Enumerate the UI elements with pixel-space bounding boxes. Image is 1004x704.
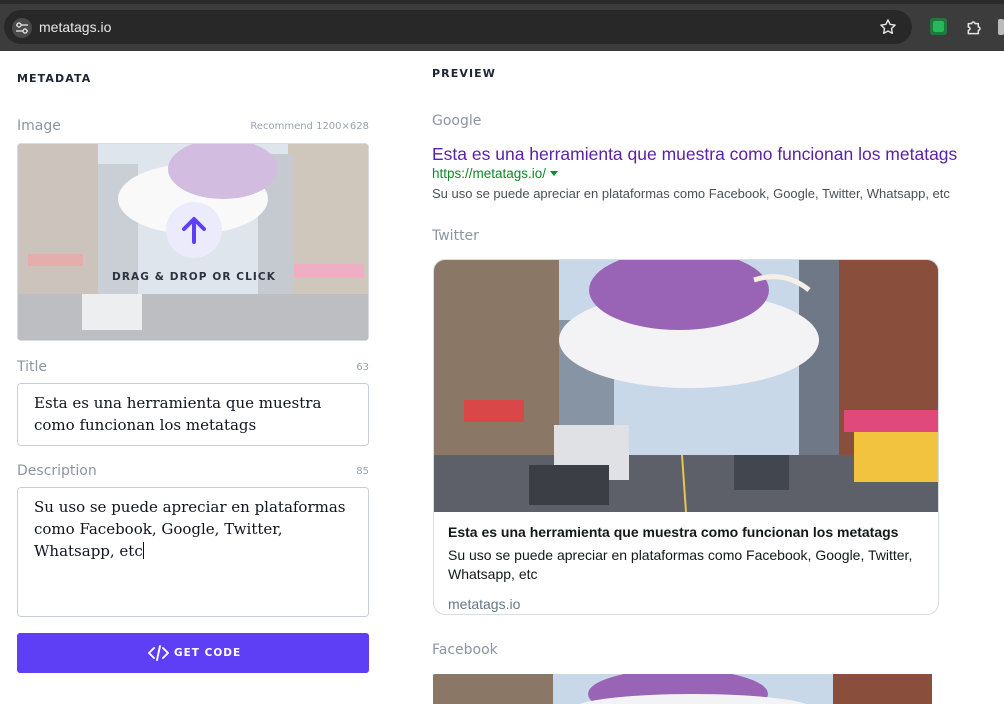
- get-code-button[interactable]: GET CODE: [17, 633, 369, 673]
- tab-strip-edge: [0, 0, 1004, 4]
- upload-arrow-icon[interactable]: [166, 202, 222, 258]
- profile-edge[interactable]: [998, 19, 1004, 35]
- google-label: Google: [432, 113, 482, 129]
- twitter-card-image: [434, 260, 938, 512]
- image-recommend-size: Recommend 1200×628: [250, 121, 369, 132]
- description-char-count: 85: [356, 466, 369, 477]
- bookmark-star-icon[interactable]: [878, 17, 898, 42]
- description-textarea[interactable]: Su uso se puede apreciar en plataformas …: [17, 487, 369, 617]
- description-input-line: Whatsapp, etc: [34, 540, 352, 562]
- facebook-label: Facebook: [432, 642, 498, 658]
- image-label: Image: [17, 118, 61, 134]
- facebook-card-image: [433, 674, 932, 704]
- google-result-title[interactable]: Esta es una herramienta que muestra como…: [432, 144, 957, 165]
- text-cursor: [142, 542, 144, 559]
- extensions-puzzle-icon[interactable]: [965, 17, 985, 42]
- twitter-card-domain: metatags.io: [448, 596, 521, 612]
- google-result-url-text: https://metatags.io/: [432, 166, 547, 181]
- title-input[interactable]: Esta es una herramienta que muestra como…: [17, 383, 369, 446]
- get-code-label: GET CODE: [174, 647, 242, 659]
- title-label: Title: [17, 359, 48, 375]
- twitter-card-title: Esta es una herramienta que muestra como…: [448, 524, 899, 540]
- metadata-heading: METADATA: [17, 72, 92, 85]
- description-input-line: como Facebook, Google, Twitter,: [34, 520, 283, 538]
- description-input-line-text: Whatsapp, etc: [34, 542, 143, 560]
- code-brackets-icon: [148, 645, 169, 664]
- address-bar-url[interactable]: metatags.io: [39, 19, 111, 35]
- preview-heading: PREVIEW: [432, 67, 496, 80]
- title-input-line: como funcionan los metatags: [34, 416, 257, 434]
- twitter-card-image-drawing: [434, 260, 938, 512]
- twitter-card[interactable]: Esta es una herramienta que muestra como…: [433, 259, 939, 615]
- title-input-line: Esta es una herramienta que muestra: [34, 394, 322, 412]
- browser-toolbar: metatags.io: [0, 0, 1004, 51]
- caret-down-icon: [550, 171, 559, 176]
- title-char-count: 63: [356, 362, 369, 373]
- description-input-line: Su uso se puede apreciar en plataformas: [34, 498, 346, 516]
- site-settings-icon[interactable]: [12, 18, 32, 38]
- description-label: Description: [17, 463, 97, 479]
- extension-icon[interactable]: [930, 18, 947, 35]
- dropzone-instructions: DRAG & DROP OR CLICK: [112, 271, 276, 283]
- facebook-card-image-drawing: [433, 674, 932, 704]
- google-result-url[interactable]: https://metatags.io/: [432, 166, 559, 181]
- twitter-label: Twitter: [432, 228, 479, 244]
- image-dropzone[interactable]: DRAG & DROP OR CLICK: [17, 143, 369, 341]
- address-bar[interactable]: metatags.io: [4, 10, 912, 44]
- twitter-card-description: Su uso se puede apreciar en plataformas …: [448, 547, 913, 582]
- google-result-description: Su uso se puede apreciar en plataformas …: [432, 186, 950, 201]
